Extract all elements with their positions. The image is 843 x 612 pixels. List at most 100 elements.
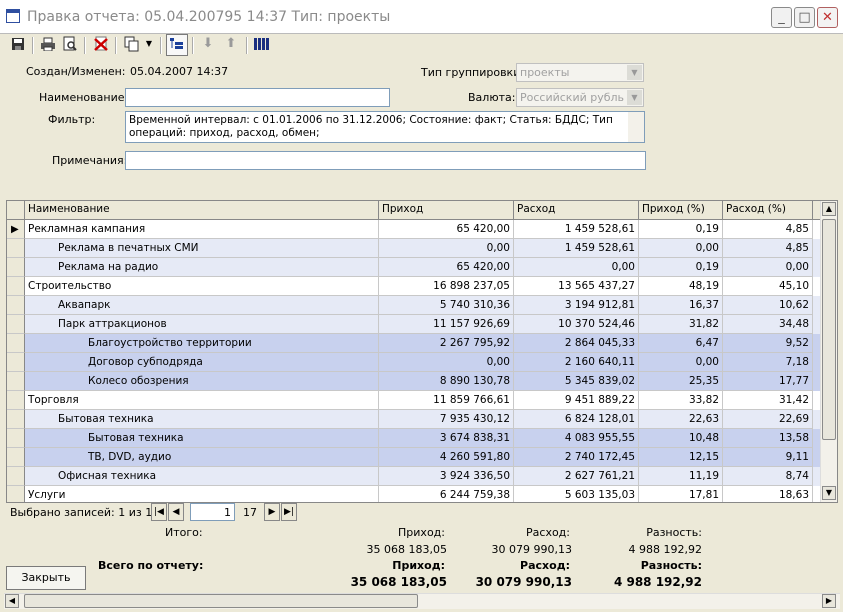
header-name[interactable]: Наименование: [25, 201, 379, 219]
table-row[interactable]: ТВ, DVD, аудио 4 260 591,80 2 740 172,45 12…: [7, 448, 822, 467]
horizontal-scrollbar[interactable]: ◀ ▶: [4, 593, 840, 609]
scroll-thumb[interactable]: [822, 219, 836, 440]
cell-expense-pct[interactable]: 13,58: [723, 429, 813, 448]
row-indicator[interactable]: [7, 410, 25, 429]
row-indicator[interactable]: [7, 296, 25, 315]
cell-expense[interactable]: 2 864 045,33: [514, 334, 639, 353]
cell-name[interactable]: Благоустройство территории: [25, 334, 379, 353]
cell-income[interactable]: 65 420,00: [379, 258, 514, 277]
row-indicator[interactable]: [7, 315, 25, 334]
cell-expense[interactable]: 4 083 955,55: [514, 429, 639, 448]
cell-expense[interactable]: 0,00: [514, 258, 639, 277]
cell-income[interactable]: 6 244 759,38: [379, 486, 514, 502]
minimize-button[interactable]: _: [771, 7, 792, 28]
scroll-up-button[interactable]: ▲: [822, 202, 836, 216]
row-indicator[interactable]: [7, 353, 25, 372]
page-input[interactable]: 1: [190, 503, 235, 521]
row-indicator[interactable]: [7, 486, 25, 502]
close-window-button[interactable]: ✕: [817, 7, 838, 28]
cell-expense-pct[interactable]: 10,62: [723, 296, 813, 315]
table-row[interactable]: Торговля 11 859 766,61 9 451 889,22 33,82 31…: [7, 391, 822, 410]
cell-income[interactable]: 2 267 795,92: [379, 334, 514, 353]
table-row[interactable]: ▶ Рекламная кампания 65 420,00 1 459 528,61…: [7, 220, 822, 239]
cell-income-pct[interactable]: 11,19: [639, 467, 723, 486]
currency-select[interactable]: Российский рубль ▼: [516, 88, 644, 107]
cell-income-pct[interactable]: 33,82: [639, 391, 723, 410]
table-row[interactable]: Бытовая техника 7 935 430,12 6 824 128,01 2…: [7, 410, 822, 429]
cell-income[interactable]: 3 924 336,50: [379, 467, 514, 486]
cell-income-pct[interactable]: 10,48: [639, 429, 723, 448]
next-page-button[interactable]: ▶: [264, 503, 280, 521]
cell-name[interactable]: Строительство: [25, 277, 379, 296]
cell-expense[interactable]: 2 627 761,21: [514, 467, 639, 486]
cell-expense-pct[interactable]: 18,63: [723, 486, 813, 502]
prev-page-button[interactable]: ◀: [168, 503, 184, 521]
cell-expense-pct[interactable]: 9,52: [723, 334, 813, 353]
cell-income-pct[interactable]: 0,19: [639, 258, 723, 277]
row-indicator[interactable]: ▶: [7, 220, 25, 239]
cell-expense[interactable]: 6 824 128,01: [514, 410, 639, 429]
cell-name[interactable]: Аквапарк: [25, 296, 379, 315]
report-grid[interactable]: Наименование Приход Расход Приход (%) Ра…: [6, 200, 838, 503]
header-income[interactable]: Приход: [379, 201, 514, 219]
row-indicator[interactable]: [7, 258, 25, 277]
save-button[interactable]: [7, 34, 29, 56]
cell-expense[interactable]: 5 345 839,02: [514, 372, 639, 391]
scroll-right-button[interactable]: ▶: [822, 594, 836, 608]
cell-name[interactable]: Рекламная кампания: [25, 220, 379, 239]
cell-expense[interactable]: 9 451 889,22: [514, 391, 639, 410]
cell-expense-pct[interactable]: 4,85: [723, 239, 813, 258]
name-input[interactable]: [125, 88, 390, 107]
table-row[interactable]: Парк аттракционов 11 157 926,69 10 370 524…: [7, 315, 822, 334]
scroll-left-button[interactable]: ◀: [5, 594, 19, 608]
cell-expense[interactable]: 2 160 640,11: [514, 353, 639, 372]
cell-expense-pct[interactable]: 7,18: [723, 353, 813, 372]
cell-income[interactable]: 11 157 926,69: [379, 315, 514, 334]
cell-expense-pct[interactable]: 31,42: [723, 391, 813, 410]
close-button[interactable]: Закрыть: [6, 566, 86, 590]
cell-name[interactable]: Парк аттракционов: [25, 315, 379, 334]
cell-name[interactable]: Торговля: [25, 391, 379, 410]
cell-name[interactable]: Реклама в печатных СМИ: [25, 239, 379, 258]
cell-income-pct[interactable]: 0,19: [639, 220, 723, 239]
cell-income-pct[interactable]: 48,19: [639, 277, 723, 296]
grouping-select[interactable]: проекты ▼: [516, 63, 644, 82]
header-expense-pct[interactable]: Расход (%): [723, 201, 813, 219]
cell-expense[interactable]: 10 370 524,46: [514, 315, 639, 334]
print-preview-button[interactable]: [59, 34, 81, 56]
cell-income-pct[interactable]: 6,47: [639, 334, 723, 353]
table-row[interactable]: Бытовая техника 3 674 838,31 4 083 955,55 1…: [7, 429, 822, 448]
row-indicator[interactable]: [7, 448, 25, 467]
cell-income-pct[interactable]: 16,37: [639, 296, 723, 315]
cell-expense[interactable]: 1 459 528,61: [514, 220, 639, 239]
cell-expense[interactable]: 5 603 135,03: [514, 486, 639, 502]
cell-income-pct[interactable]: 0,00: [639, 239, 723, 258]
cell-expense[interactable]: 3 194 912,81: [514, 296, 639, 315]
cell-expense-pct[interactable]: 22,69: [723, 410, 813, 429]
cell-name[interactable]: Реклама на радио: [25, 258, 379, 277]
copy-dropdown-button[interactable]: ▼: [143, 34, 155, 56]
cell-name[interactable]: Бытовая техника: [25, 410, 379, 429]
cell-income[interactable]: 0,00: [379, 353, 514, 372]
table-row[interactable]: Благоустройство территории 2 267 795,92 2 …: [7, 334, 822, 353]
row-indicator[interactable]: [7, 429, 25, 448]
cell-expense-pct[interactable]: 17,77: [723, 372, 813, 391]
cell-expense[interactable]: 1 459 528,61: [514, 239, 639, 258]
hscroll-thumb[interactable]: [24, 594, 418, 608]
cell-expense-pct[interactable]: 9,11: [723, 448, 813, 467]
cell-income[interactable]: 8 890 130,78: [379, 372, 514, 391]
cell-income[interactable]: 65 420,00: [379, 220, 514, 239]
table-row[interactable]: Договор субподряда 0,00 2 160 640,11 0,00 7,…: [7, 353, 822, 372]
cell-name[interactable]: ТВ, DVD, аудио: [25, 448, 379, 467]
row-indicator[interactable]: [7, 372, 25, 391]
cell-expense-pct[interactable]: 45,10: [723, 277, 813, 296]
table-row[interactable]: Реклама на радио 65 420,00 0,00 0,19 0,00: [7, 258, 822, 277]
table-row[interactable]: Колесо обозрения 8 890 130,78 5 345 839,02…: [7, 372, 822, 391]
cell-income-pct[interactable]: 31,82: [639, 315, 723, 334]
cell-expense[interactable]: 2 740 172,45: [514, 448, 639, 467]
print-button[interactable]: [37, 34, 59, 56]
row-indicator[interactable]: [7, 467, 25, 486]
table-row[interactable]: Аквапарк 5 740 310,36 3 194 912,81 16,37 10,…: [7, 296, 822, 315]
move-down-button[interactable]: ⬇: [197, 34, 219, 56]
table-row[interactable]: Офисная техника 3 924 336,50 2 627 761,21 1…: [7, 467, 822, 486]
